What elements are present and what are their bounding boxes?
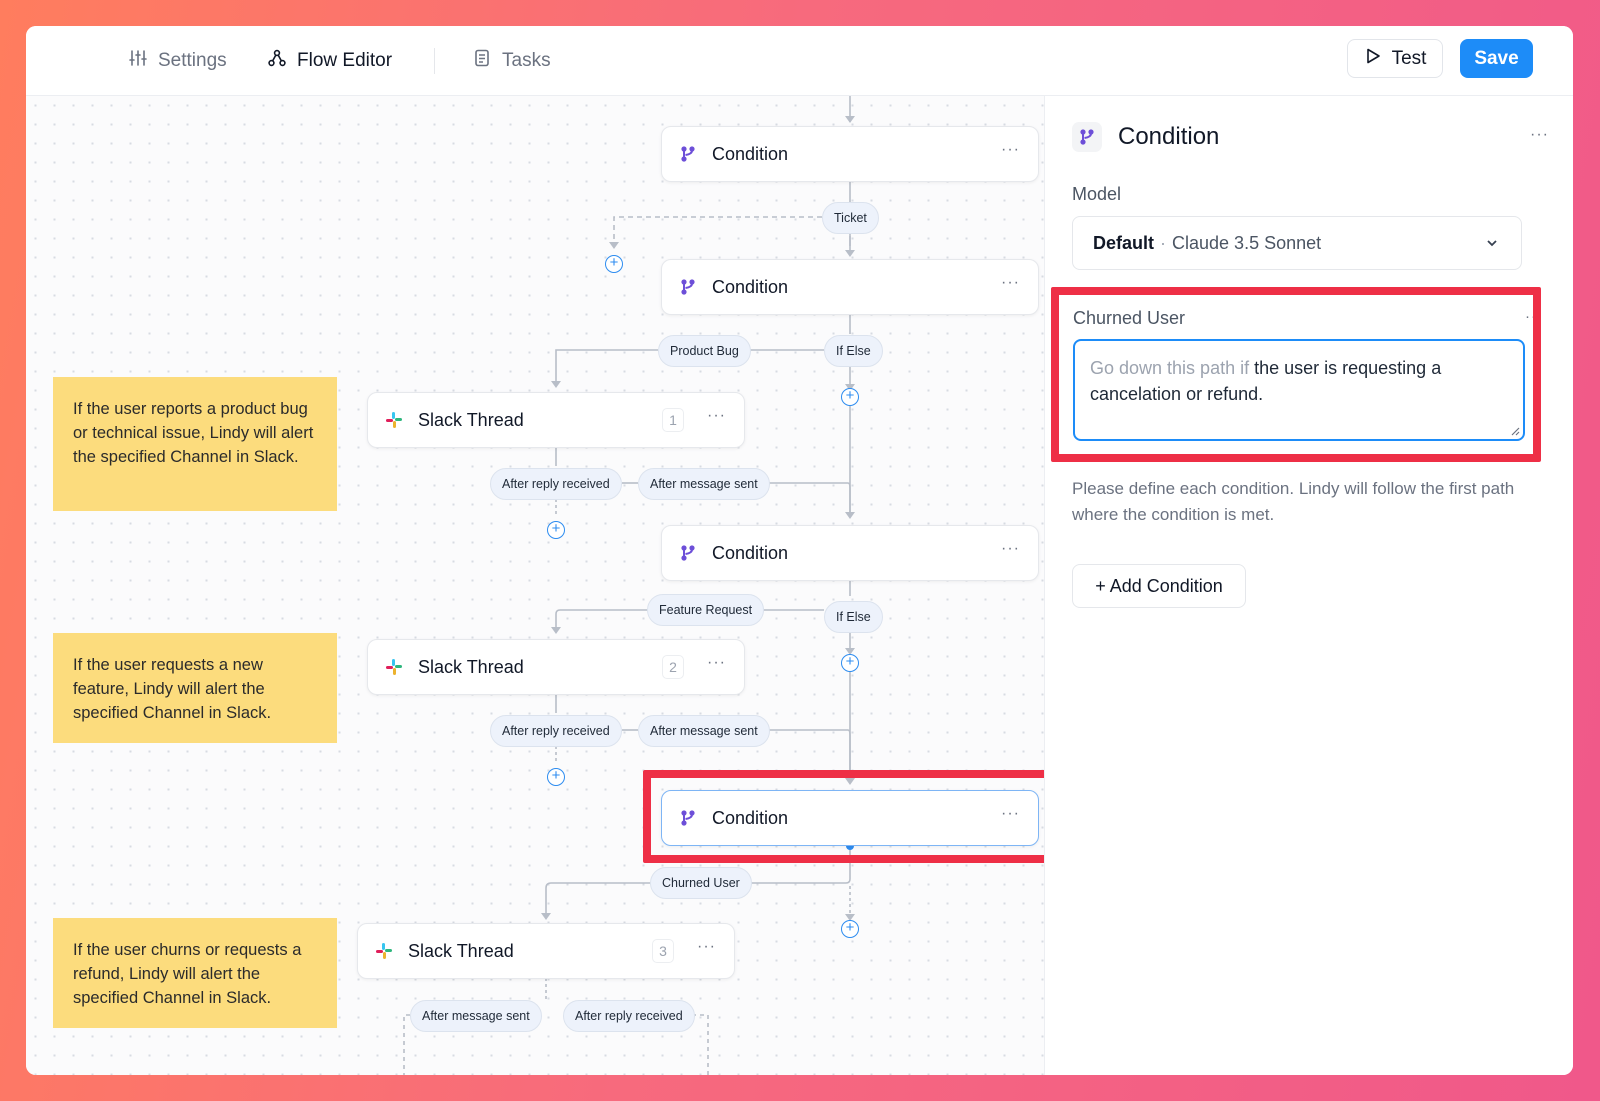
branch-label[interactable]: Product Bug [658,335,751,367]
sliders-icon [128,48,148,74]
branch-label[interactable]: After reply received [563,1000,695,1032]
panel-header: Condition [1072,122,1219,152]
add-step-icon[interactable]: + [547,768,565,786]
slack-icon [384,657,404,677]
add-step-icon[interactable]: + [841,388,859,406]
sticky-note[interactable]: If the user requests a new feature, Lind… [53,633,337,743]
branch-label[interactable]: Churned User [650,867,752,899]
branch-icon [678,144,698,164]
more-icon[interactable]: ··· [707,654,726,672]
node-title: Condition [712,143,789,164]
branch-label[interactable]: If Else [824,601,883,633]
branch-label[interactable]: After reply received [490,715,622,747]
more-icon[interactable]: ··· [1001,540,1020,558]
branch-label[interactable]: Ticket [822,202,879,234]
branch-icon [678,543,698,563]
more-icon[interactable]: ··· [1530,126,1549,144]
app-window: Settings Flow Editor Tasks Test Save Con… [26,26,1573,1075]
node-count-badge: 1 [662,408,684,432]
panel-title: Condition [1118,123,1220,150]
node-count-badge: 3 [652,939,674,963]
chevron-down-icon [1487,240,1497,247]
add-step-icon[interactable]: + [841,654,859,672]
model-separator: · [1160,232,1167,253]
more-icon[interactable]: ··· [1001,805,1020,823]
branch-icon [1072,122,1102,152]
branch-icon [678,808,698,828]
branch-label[interactable]: After message sent [410,1000,542,1032]
add-step-icon[interactable]: + [841,920,859,938]
sticky-note[interactable]: If the user churns or requests a refund,… [53,918,337,1028]
branch-label[interactable]: Feature Request [647,594,765,626]
more-icon[interactable]: ··· [1001,141,1020,159]
sticky-note[interactable]: If the user reports a product bug or tec… [53,377,337,511]
help-text: Please define each condition. Lindy will… [1072,479,1515,524]
more-icon[interactable]: ··· [1525,308,1543,325]
node-count-badge: 2 [662,655,684,679]
top-bar: Settings Flow Editor Tasks Test Save [26,26,1573,96]
model-default: Default [1093,232,1155,253]
condition-node[interactable]: Condition ··· [661,126,1039,182]
branch-label[interactable]: After reply received [490,468,622,500]
model-name: Claude 3.5 Sonnet [1172,232,1322,253]
branch-label[interactable]: After message sent [638,715,770,747]
add-step-icon[interactable]: + [605,255,623,273]
branch-icon [678,277,698,297]
flow-canvas[interactable]: Condition ··· Condition ··· Slack Thread… [26,96,1044,1075]
more-icon[interactable]: ··· [1001,274,1020,292]
slack-thread-node[interactable]: Slack Thread 1 ··· [367,392,745,448]
tab-tasks-label: Tasks [502,50,551,71]
slack-icon [374,941,394,961]
flow-icon [267,48,287,74]
tab-tasks[interactable]: Tasks [472,46,551,76]
slack-thread-node[interactable]: Slack Thread 3 ··· [357,923,735,979]
tab-settings[interactable]: Settings [128,46,227,76]
tab-settings-label: Settings [158,50,227,71]
save-button[interactable]: Save [1460,39,1533,78]
condition-node[interactable]: Condition ··· [661,259,1039,315]
resize-handle-icon[interactable] [1508,424,1520,436]
node-title: Slack Thread [408,940,514,961]
model-label: Model [1072,184,1122,204]
document-icon [472,48,492,74]
condition-node-selected[interactable]: Condition ··· [661,790,1039,846]
node-title: Condition [712,542,789,563]
branch-label[interactable]: After message sent [638,468,770,500]
properties-panel: Condition ··· Model Default · Claude 3.5… [1044,96,1573,1075]
tab-divider [434,48,435,74]
slack-thread-node[interactable]: Slack Thread 2 ··· [367,639,745,695]
branch-label[interactable]: If Else [824,335,883,367]
node-title: Slack Thread [418,656,524,677]
test-button-label: Test [1391,47,1427,69]
more-icon[interactable]: ··· [707,407,726,425]
condition-node[interactable]: Condition ··· [661,525,1039,581]
node-title: Condition [712,276,789,297]
model-select[interactable]: Default · Claude 3.5 Sonnet [1072,216,1522,270]
node-title: Slack Thread [418,409,524,430]
slack-icon [384,410,404,430]
condition-textarea[interactable]: Go down this path if the user is request… [1073,339,1525,441]
add-condition-button[interactable]: + Add Condition [1072,564,1246,608]
condition-name-label: Churned User [1073,308,1186,328]
more-icon[interactable]: ··· [697,938,716,956]
add-step-icon[interactable]: + [547,521,565,539]
play-icon [1364,47,1382,71]
tab-flow-editor-label: Flow Editor [297,50,393,71]
condition-prefix: Go down this path if [1090,358,1255,378]
tab-flow-editor[interactable]: Flow Editor [267,46,392,76]
node-title: Condition [712,807,789,828]
test-button[interactable]: Test [1347,39,1443,78]
